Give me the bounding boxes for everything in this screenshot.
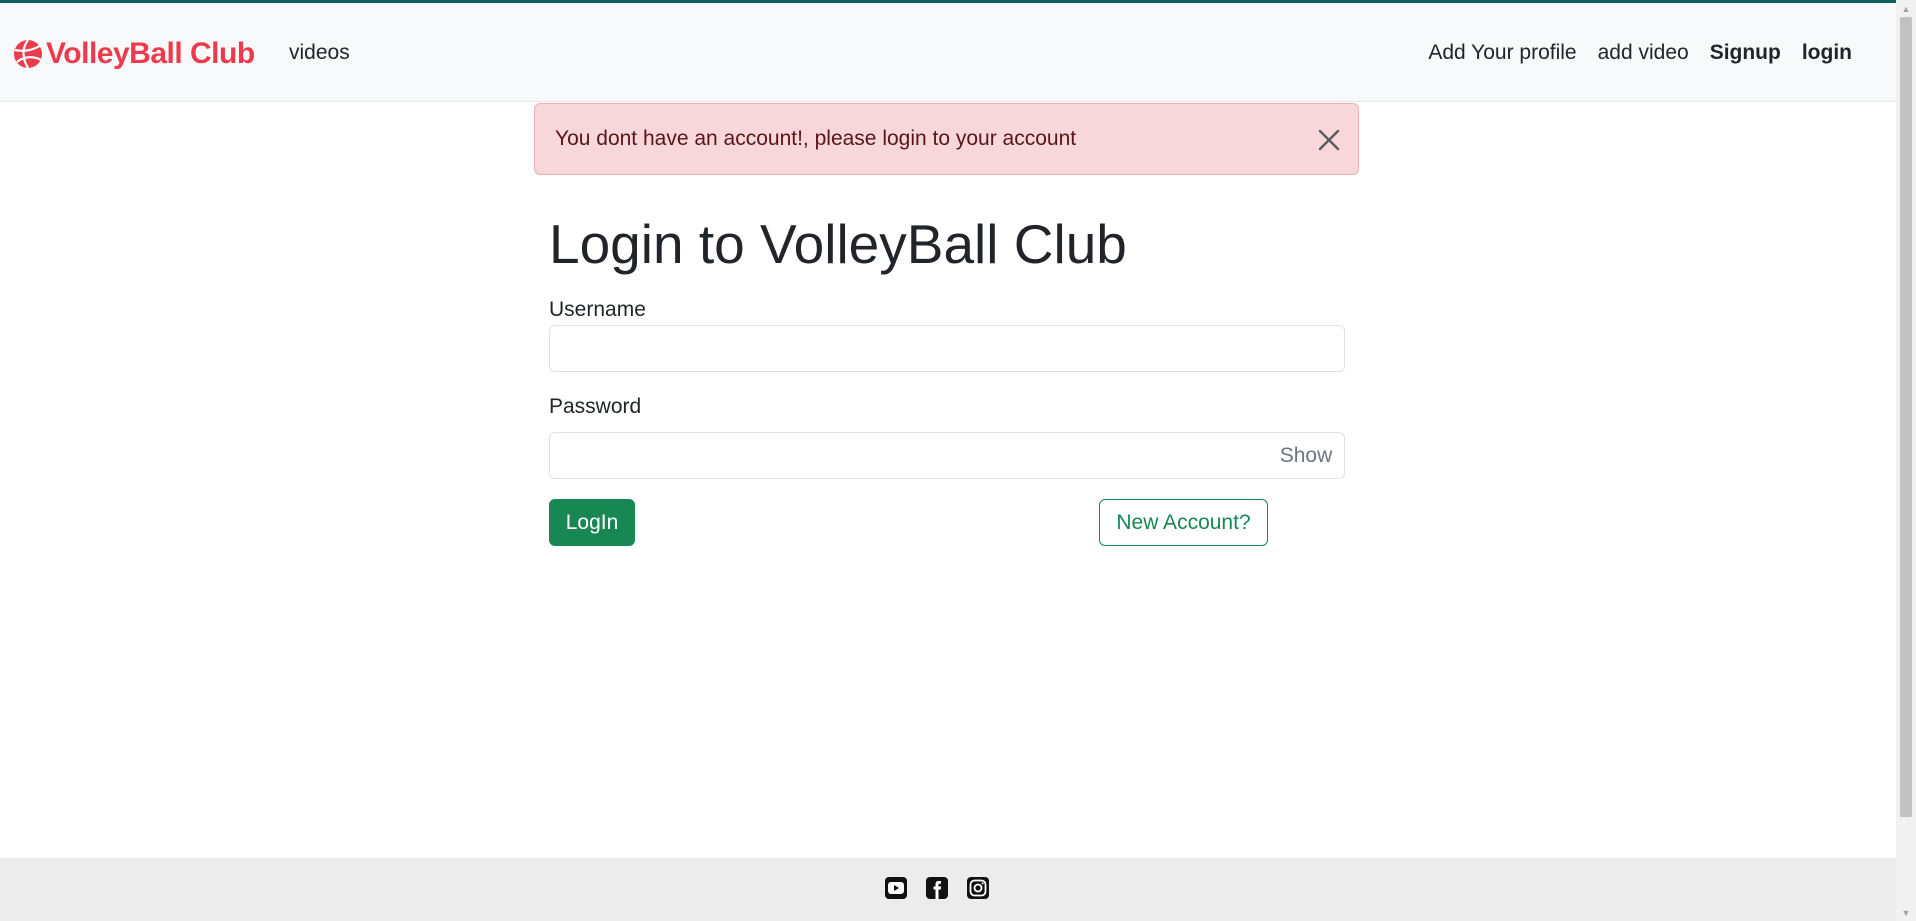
password-label: Password [549, 395, 642, 418]
scroll-thumb[interactable] [1900, 17, 1912, 817]
social-links [884, 876, 990, 900]
show-password-button[interactable]: Show [1268, 432, 1345, 479]
footer [0, 858, 1896, 921]
username-label: Username [549, 298, 646, 321]
new-account-button[interactable]: New Account? [1099, 499, 1268, 546]
alert-message: You dont have an account!, please login … [555, 127, 1077, 150]
login-button[interactable]: LogIn [549, 499, 635, 546]
brand-link[interactable]: VolleyBall Club [12, 33, 255, 75]
password-field[interactable] [549, 432, 1269, 479]
nav-link-add-video[interactable]: add video [1598, 41, 1689, 65]
username-field[interactable] [549, 325, 1345, 372]
close-icon[interactable] [1316, 127, 1342, 153]
scroll-up-icon[interactable]: ▲ [1896, 0, 1916, 17]
brand-name: VolleyBall Club [46, 37, 255, 70]
instagram-icon[interactable] [966, 876, 990, 900]
scroll-down-icon[interactable]: ▼ [1896, 904, 1916, 921]
nav-link-add-profile[interactable]: Add Your profile [1428, 41, 1576, 65]
nav-link-login[interactable]: login [1802, 41, 1852, 65]
navbar: VolleyBall Club videos Add Your profile … [0, 3, 1896, 102]
youtube-icon[interactable] [884, 876, 908, 900]
vertical-scrollbar[interactable]: ▲ ▼ [1896, 0, 1916, 921]
nav-link-signup[interactable]: Signup [1710, 41, 1781, 65]
page-title: Login to VolleyBall Club [549, 213, 1127, 275]
facebook-icon[interactable] [925, 876, 949, 900]
volleyball-icon [14, 39, 42, 69]
nav-link-videos[interactable]: videos [289, 41, 350, 64]
error-alert: You dont have an account!, please login … [534, 103, 1359, 175]
